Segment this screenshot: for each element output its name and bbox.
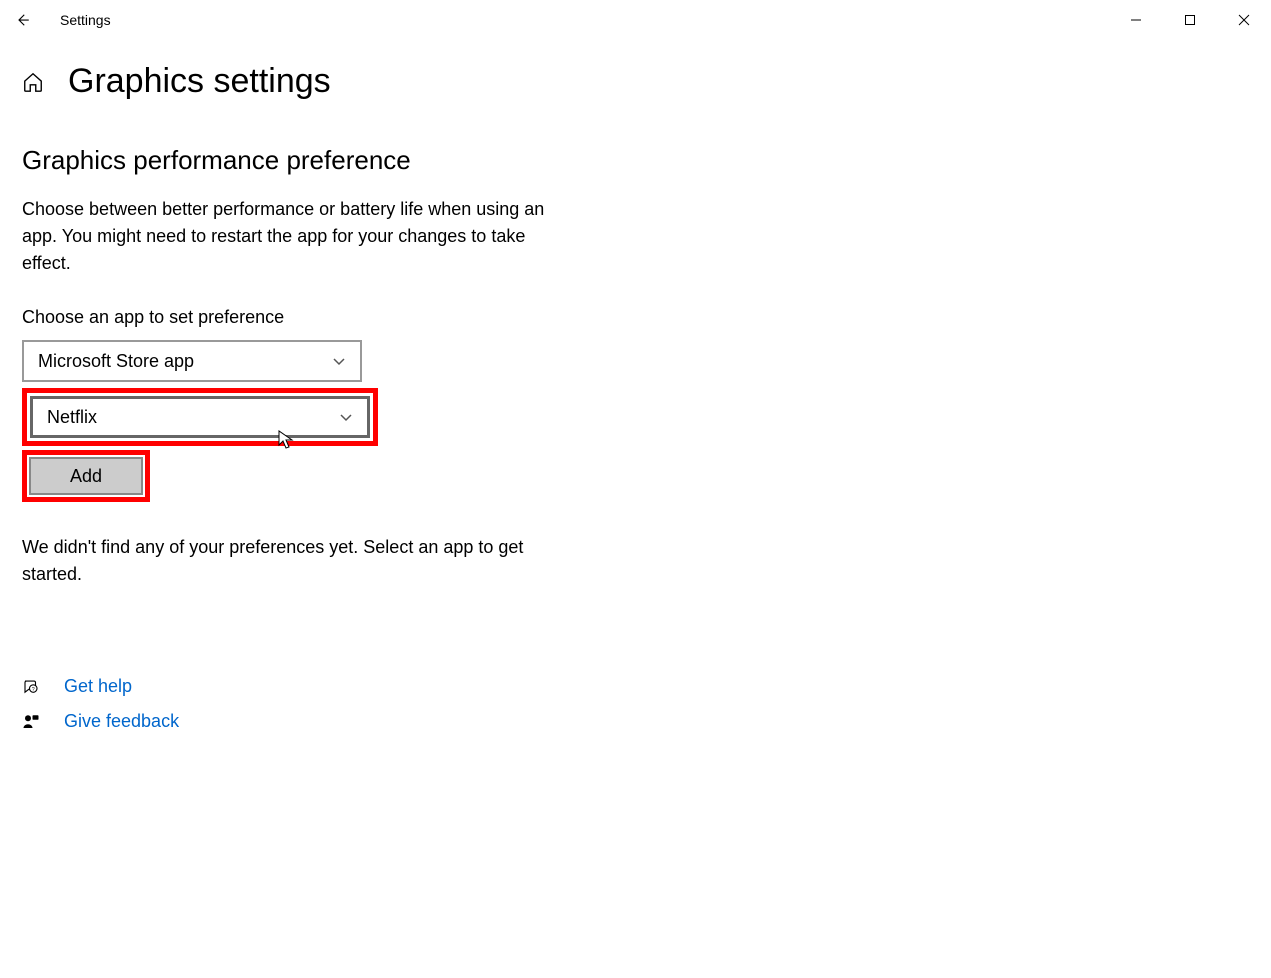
highlight-add-button: Add	[22, 450, 150, 502]
page-header: Graphics settings	[22, 62, 1249, 101]
add-button[interactable]: Add	[29, 457, 143, 495]
choose-app-label: Choose an app to set preference	[22, 307, 1249, 328]
chevron-down-icon	[339, 410, 353, 424]
titlebar-left: Settings	[10, 0, 111, 40]
give-feedback-row: Give feedback	[22, 711, 1249, 732]
titlebar: Settings	[0, 0, 1271, 40]
app-type-value: Microsoft Store app	[38, 351, 194, 372]
close-button[interactable]	[1217, 0, 1271, 40]
app-name-dropdown[interactable]: Netflix	[30, 396, 370, 438]
highlight-app-select: Netflix	[22, 388, 378, 446]
section-description: Choose between better performance or bat…	[22, 196, 562, 277]
get-help-row: ? Get help	[22, 676, 1249, 697]
home-icon[interactable]	[22, 71, 44, 93]
page-title: Graphics settings	[68, 62, 331, 101]
minimize-button[interactable]	[1109, 0, 1163, 40]
give-feedback-link[interactable]: Give feedback	[64, 711, 179, 732]
section-title: Graphics performance preference	[22, 145, 1249, 176]
close-icon	[1238, 14, 1250, 26]
app-name-value: Netflix	[47, 407, 97, 428]
back-arrow-icon	[13, 11, 31, 29]
maximize-button[interactable]	[1163, 0, 1217, 40]
svg-text:?: ?	[32, 686, 35, 692]
back-button[interactable]	[10, 0, 34, 40]
status-text: We didn't find any of your preferences y…	[22, 534, 562, 588]
window-controls	[1109, 0, 1271, 40]
get-help-link[interactable]: Get help	[64, 676, 132, 697]
help-links: ? Get help Give feedback	[22, 676, 1249, 732]
content: Graphics settings Graphics performance p…	[0, 40, 1271, 768]
window-title: Settings	[60, 12, 111, 28]
app-type-dropdown[interactable]: Microsoft Store app	[22, 340, 362, 382]
help-chat-icon: ?	[22, 678, 40, 696]
minimize-icon	[1130, 14, 1142, 26]
chevron-down-icon	[332, 354, 346, 368]
maximize-icon	[1184, 14, 1196, 26]
feedback-person-icon	[22, 713, 40, 731]
add-button-label: Add	[70, 466, 102, 487]
